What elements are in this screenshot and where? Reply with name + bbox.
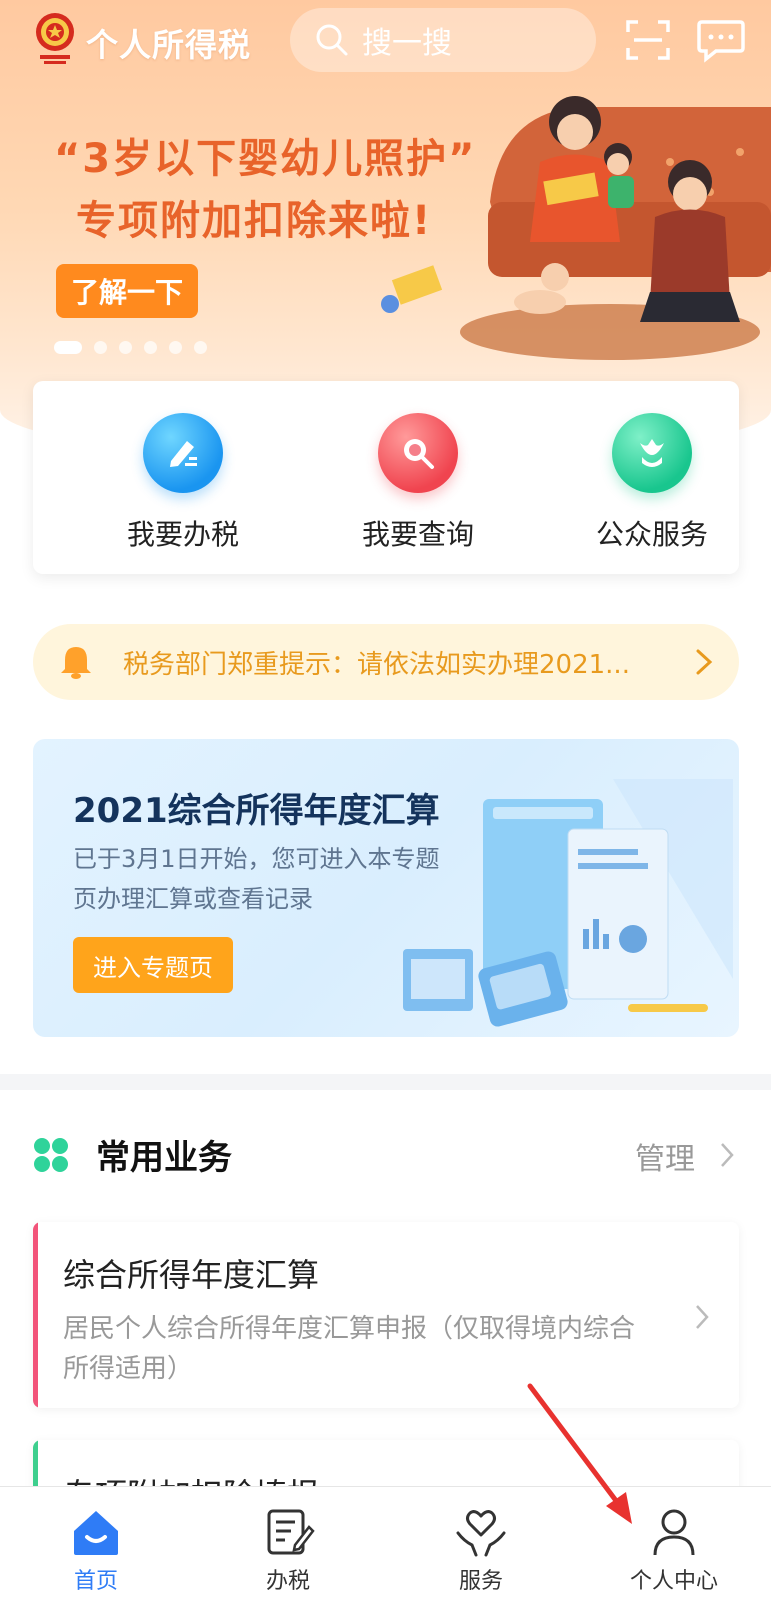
manage-link[interactable]: 管理: [635, 1134, 695, 1178]
business-item-desc: 居民个人综合所得年度汇算申报（仅取得境内综合: [63, 1314, 636, 1344]
banner-pagination: [54, 341, 207, 354]
pagination-dot[interactable]: [169, 341, 182, 354]
quick-action-label: 我要查询: [361, 518, 474, 551]
tab-service[interactable]: 服务: [421, 1505, 541, 1595]
business-item-annual-settlement[interactable]: 综合所得年度汇算 居民个人综合所得年度汇算申报（仅取得境内综合 所得适用）: [33, 1222, 739, 1408]
banner-headline-2: 专项附加扣除来啦!: [76, 198, 433, 244]
person-icon: [653, 1509, 695, 1556]
tab-tax[interactable]: 办税: [228, 1505, 348, 1595]
tab-label: 办税: [265, 1569, 310, 1594]
section-divider: [0, 1074, 771, 1090]
quick-actions-card: 我要办税 我要查询 公众服务: [33, 381, 739, 574]
bottom-tab-bar: 首页 办税 服务 个人中心: [0, 1486, 771, 1600]
scan-icon[interactable]: [624, 16, 672, 64]
heart-hands-icon: [456, 1510, 506, 1557]
home-icon: [74, 1511, 118, 1555]
chevron-right-icon: [721, 1143, 734, 1167]
chevron-right-icon: [696, 649, 713, 675]
chevron-right-icon: [696, 1305, 709, 1329]
edit-icon: [143, 413, 223, 493]
app-title: 个人所得税: [86, 26, 252, 64]
accent-bar: [33, 1222, 38, 1408]
bell-icon: [61, 647, 91, 679]
family-illustration: [381, 96, 771, 360]
tab-label: 个人中心: [629, 1569, 718, 1594]
search-placeholder: 搜一搜: [362, 26, 452, 61]
notice-bar[interactable]: 税务部门郑重提示：请依法如实办理2021...: [33, 624, 739, 700]
quick-action-query[interactable]: 我要查询: [318, 413, 518, 553]
grid-icon: [34, 1138, 68, 1172]
pagination-dot[interactable]: [94, 341, 107, 354]
tulip-icon: [612, 413, 692, 493]
annual-card-desc: 页办理汇算或查看记录: [73, 885, 313, 913]
common-business-title: 常用业务: [96, 1138, 232, 1178]
tab-label: 首页: [73, 1569, 118, 1594]
tab-home[interactable]: 首页: [36, 1505, 156, 1595]
pagination-dot[interactable]: [119, 341, 132, 354]
search-icon: [316, 24, 348, 56]
business-item-desc: 所得适用）: [63, 1354, 194, 1384]
pagination-dot-active[interactable]: [54, 341, 82, 354]
pagination-dot[interactable]: [194, 341, 207, 354]
top-bar: 个人所得税 搜一搜: [0, 0, 771, 90]
tax-emblem-icon: [36, 13, 74, 64]
tab-personal-center[interactable]: 个人中心: [614, 1505, 734, 1595]
annual-settlement-card[interactable]: 2021综合所得年度汇算 已于3月1日开始，您可进入本专题 页办理汇算或查看记录…: [33, 739, 739, 1037]
business-item-title: 综合所得年度汇算: [63, 1256, 320, 1294]
quick-action-label: 我要办税: [126, 518, 239, 551]
quick-action-public-service[interactable]: 公众服务: [552, 413, 752, 553]
quick-action-tax[interactable]: 我要办税: [83, 413, 283, 553]
pagination-dot[interactable]: [144, 341, 157, 354]
form-icon: [267, 1509, 315, 1555]
learn-more-button[interactable]: 了解一下: [56, 264, 198, 318]
notice-text: 税务部门郑重提示：请依法如实办理2021...: [123, 649, 630, 680]
quick-action-label: 公众服务: [595, 518, 708, 551]
documents-illustration: [403, 779, 733, 1027]
message-icon[interactable]: [696, 16, 746, 64]
search-bar[interactable]: 搜一搜: [290, 8, 596, 72]
magnifier-icon: [378, 413, 458, 493]
tab-label: 服务: [458, 1569, 503, 1594]
enter-topic-page-button[interactable]: 进入专题页: [73, 937, 233, 993]
